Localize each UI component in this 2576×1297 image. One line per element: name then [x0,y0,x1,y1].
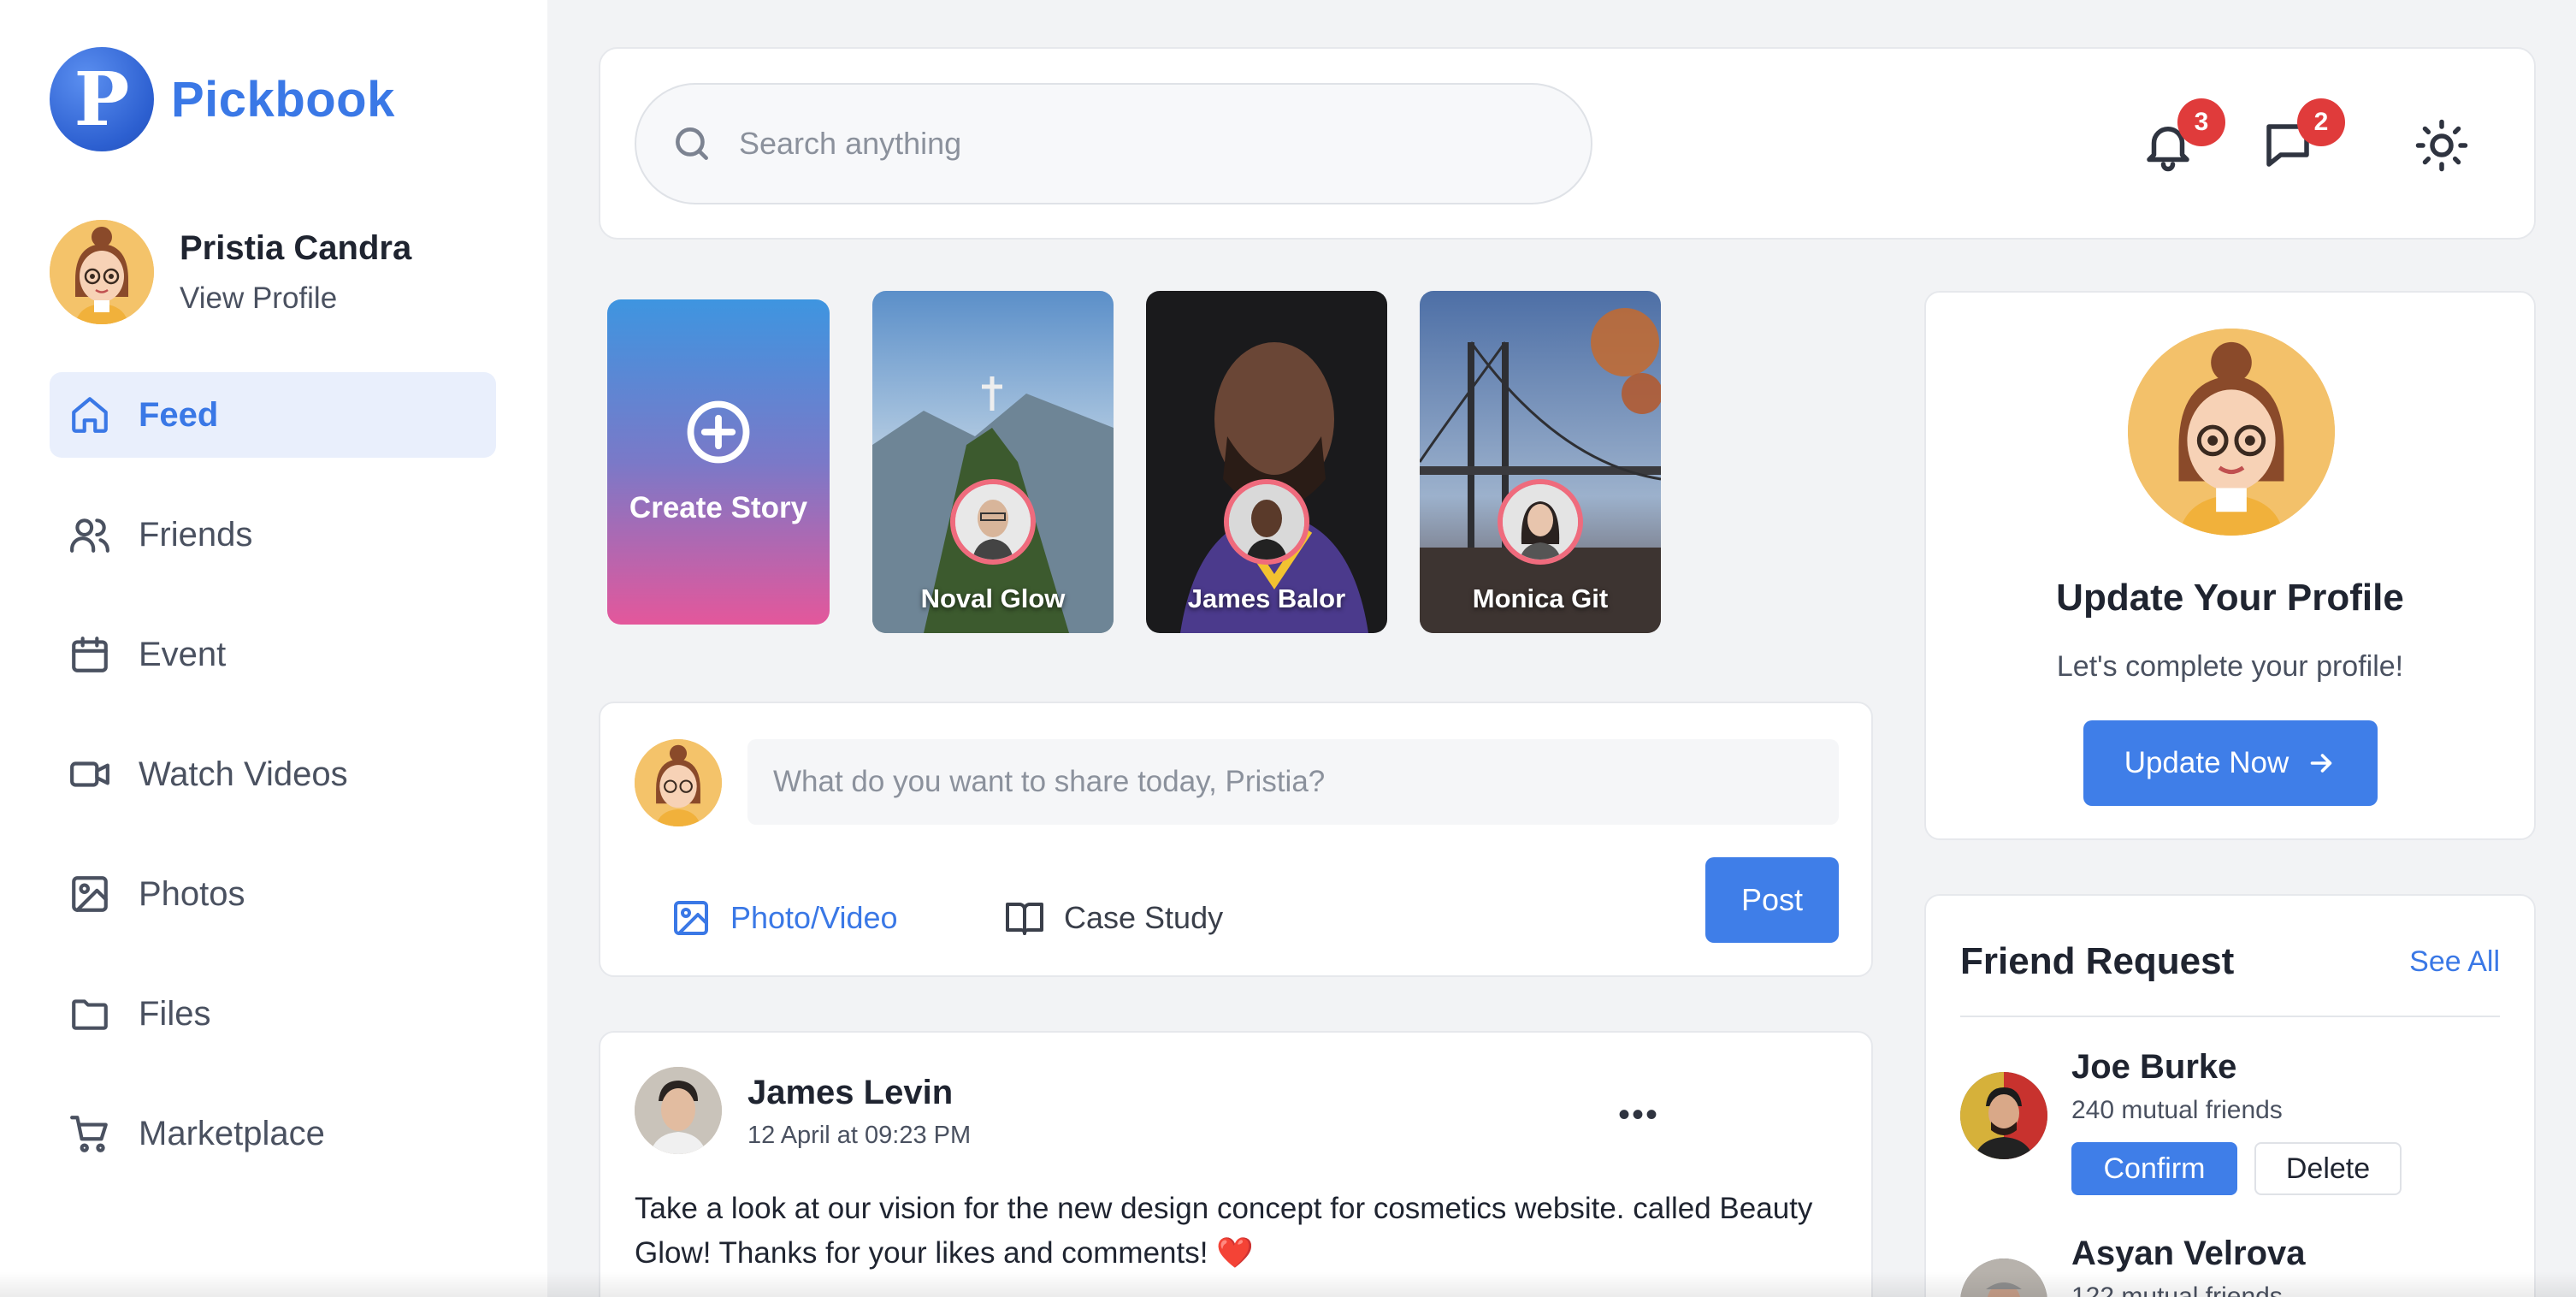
friend-name[interactable]: Asyan Velrova [2071,1235,2306,1273]
post-timestamp: 12 April at 09:23 PM [747,1122,972,1149]
theme-toggle-button[interactable] [2414,117,2470,174]
nav-item-watch-videos[interactable]: Watch Videos [50,731,496,817]
sun-icon [2415,119,2468,172]
plus-circle-icon [687,400,750,464]
story-name: Noval Glow [920,583,1066,613]
user-avatar[interactable] [50,220,154,324]
post-author-name[interactable]: James Levin [747,1074,953,1112]
messages-button[interactable]: 2 [2260,98,2345,174]
search-input[interactable] [739,126,1509,162]
delete-button[interactable]: Delete [2254,1142,2402,1195]
cart-icon [70,1116,108,1152]
story-name: Monica Git [1472,583,1609,613]
story-avatar [1498,479,1583,565]
calendar-icon [72,637,108,672]
nav-item-friends[interactable]: Friends [50,492,496,577]
mutual-friends: 122 mutual friends [2071,1282,2283,1297]
story-avatar [1224,479,1309,565]
profile-card-title: Update Your Profile [2056,577,2404,619]
mutual-friends: 240 mutual friends [2071,1096,2283,1124]
nav-item-marketplace[interactable]: Marketplace [50,1091,496,1176]
home-icon [72,397,108,433]
brand-logo[interactable]: P Pickbook [50,47,395,151]
folder-icon [72,999,108,1030]
story-name: James Balor [1187,583,1346,613]
sidebar: P Pickbook Pristia Candra View Profile F… [0,0,547,1297]
confirm-button[interactable]: Confirm [2071,1142,2237,1195]
post-button[interactable]: Post [1705,857,1839,943]
notifications-badge: 3 [2177,98,2225,146]
case-study-button[interactable]: Case Study [1004,879,1223,956]
nav-item-event[interactable]: Event [50,612,496,697]
photo-video-button[interactable]: Photo/Video [671,879,898,956]
divider [1960,1016,2500,1017]
story-image [872,291,1114,633]
main-nav: Feed Friends Event Watch Videos Photos F… [50,372,496,1211]
story-image [1146,291,1387,633]
view-profile-link[interactable]: View Profile [180,281,411,316]
brand-name: Pickbook [171,71,395,127]
nav-item-files[interactable]: Files [50,971,496,1057]
update-profile-card: Update Your Profile Let's complete your … [1924,291,2536,840]
search-icon [676,127,708,160]
profile-card-avatar [2128,329,2335,536]
friend-request-card: Friend Request See All Joe Burke 240 mut… [1924,894,2536,1297]
arrow-right-icon [2310,754,2332,773]
nav-label: Friends [139,515,253,554]
post-composer: Photo/Video Case Study Post [599,702,1873,977]
photo-video-label: Photo/Video [730,900,898,935]
post-body: Take a look at our vision for the new de… [635,1192,1813,1270]
user-name: Pristia Candra [180,228,412,267]
nav-label: Event [139,635,227,673]
story-card[interactable]: Monica Git [1420,291,1661,633]
nav-label: Feed [139,395,219,434]
case-study-label: Case Study [1064,900,1224,935]
nav-item-photos[interactable]: Photos [50,851,496,937]
users-icon [70,518,109,553]
story-image [1420,291,1661,633]
more-options-icon[interactable]: ••• [1618,1096,1659,1134]
create-story-button[interactable]: Create Story [607,299,830,625]
post-author-avatar[interactable] [635,1067,722,1154]
update-now-button[interactable]: Update Now [2083,720,2378,806]
messages-badge: 2 [2297,98,2345,146]
story-avatar [950,479,1036,565]
notifications-button[interactable]: 3 [2140,98,2225,174]
friend-request-title: Friend Request [1960,940,2235,982]
book-icon [1006,903,1043,935]
feed-post: James Levin 12 April at 09:23 PM ••• Tak… [599,1031,1873,1297]
update-now-label: Update Now [2124,746,2289,779]
user-profile[interactable]: Pristia Candra View Profile [50,220,411,324]
logo-icon: P [50,47,154,151]
friend-avatar[interactable] [1960,1259,2047,1297]
nav-label: Marketplace [139,1114,325,1152]
story-card[interactable]: Noval Glow [872,291,1114,633]
composer-avatar [635,739,722,826]
image-icon [72,876,108,912]
profile-card-subtitle: Let's complete your profile! [2056,650,2404,683]
video-icon [70,761,109,787]
see-all-link[interactable]: See All [2409,945,2500,979]
friend-avatar[interactable] [1960,1072,2047,1159]
top-bar: 3 2 [599,47,2536,240]
story-card[interactable]: James Balor [1146,291,1387,633]
nav-label: Photos [139,874,245,913]
image-icon [674,901,708,935]
create-story-label: Create Story [629,491,808,524]
search-box[interactable] [635,83,1592,204]
nav-label: Files [139,994,211,1033]
composer-input[interactable] [747,739,1839,825]
friend-name[interactable]: Joe Burke [2071,1048,2236,1087]
nav-item-feed[interactable]: Feed [50,372,496,458]
nav-label: Watch Videos [139,755,348,793]
